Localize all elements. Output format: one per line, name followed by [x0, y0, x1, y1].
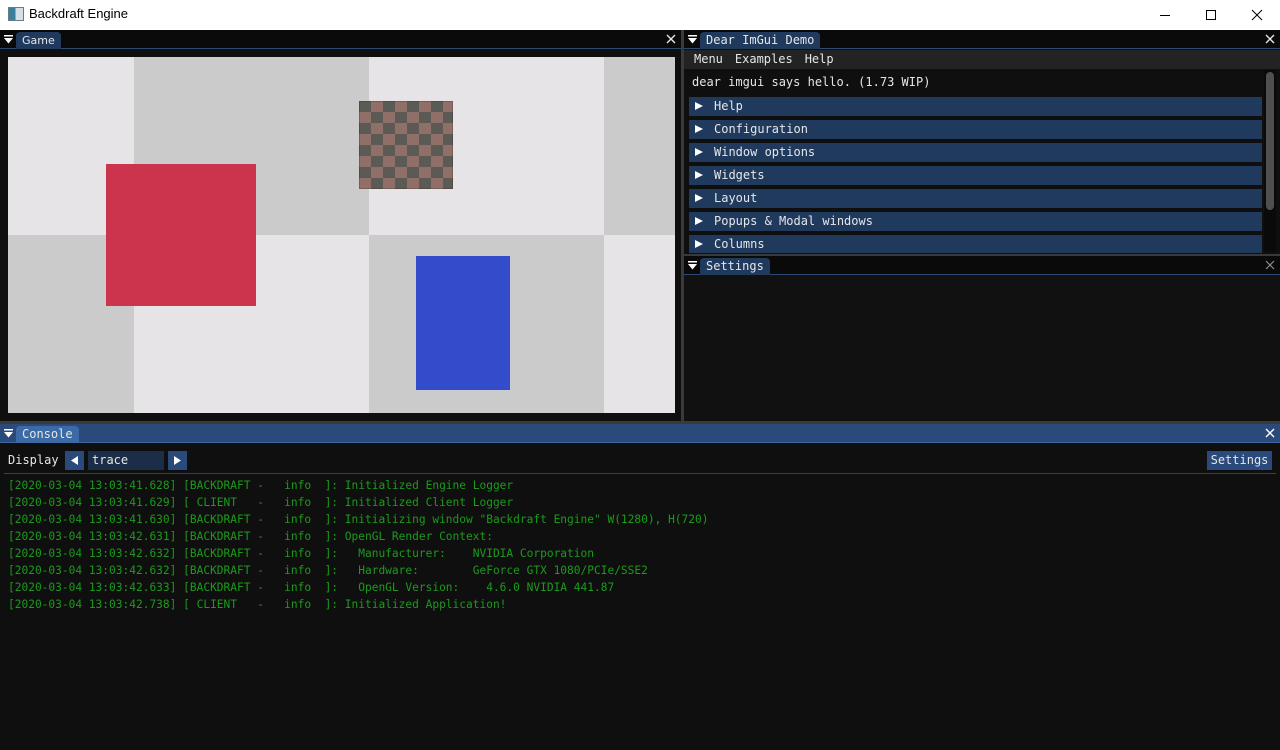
scrollbar-thumb[interactable]	[1266, 72, 1274, 210]
section-popups-modal[interactable]: Popups & Modal windows	[689, 212, 1262, 231]
log-level-field[interactable]: trace	[88, 451, 164, 470]
close-icon[interactable]	[665, 33, 677, 45]
hello-text: dear imgui says hello. (1.73 WIP)	[692, 75, 931, 89]
window-menu-icon[interactable]	[688, 35, 697, 44]
imgui-demo-panel: Dear ImGui Demo Menu Examples Help dear …	[684, 30, 1280, 254]
window-title: Backdraft Engine	[29, 6, 129, 21]
window-menu-icon[interactable]	[4, 429, 13, 438]
maximize-icon	[1206, 10, 1216, 20]
tab-console[interactable]: Console	[16, 426, 79, 443]
section-widgets[interactable]: Widgets	[689, 166, 1262, 185]
menu-item-examples[interactable]: Examples	[729, 50, 799, 69]
close-icon	[1251, 9, 1263, 21]
console-settings-button[interactable]: Settings	[1207, 451, 1272, 470]
section-configuration[interactable]: Configuration	[689, 120, 1262, 139]
window-menu-icon[interactable]	[688, 261, 697, 270]
arrow-right-icon	[174, 456, 181, 465]
log-line: [2020-03-04 13:03:42.632] [BACKDRAFT - i…	[8, 547, 594, 560]
console-log: [2020-03-04 13:03:41.628] [BACKDRAFT - i…	[8, 477, 709, 613]
log-line: [2020-03-04 13:03:41.629] [ CLIENT - inf…	[8, 496, 514, 509]
textured-quad	[359, 101, 453, 189]
close-icon[interactable]	[1264, 427, 1276, 439]
close-window-button[interactable]	[1234, 0, 1280, 30]
section-window-options[interactable]: Window options	[689, 143, 1262, 162]
menu-item-menu[interactable]: Menu	[688, 50, 729, 69]
demo-scrollbar[interactable]	[1264, 70, 1276, 252]
maximize-button[interactable]	[1188, 0, 1234, 30]
expand-arrow-icon	[695, 171, 703, 179]
separator	[4, 473, 1276, 474]
log-line: [2020-03-04 13:03:42.738] [ CLIENT - inf…	[8, 598, 507, 611]
level-prev-button[interactable]	[65, 451, 84, 470]
console-tabbar: Console	[0, 424, 1280, 443]
close-icon[interactable]	[1264, 33, 1276, 45]
expand-arrow-icon	[695, 102, 703, 110]
display-label: Display	[8, 453, 59, 467]
tab-settings[interactable]: Settings	[700, 258, 770, 275]
blue-quad	[416, 256, 510, 390]
expand-arrow-icon	[695, 125, 703, 133]
log-line: [2020-03-04 13:03:41.630] [BACKDRAFT - i…	[8, 513, 709, 526]
expand-arrow-icon	[695, 148, 703, 156]
demo-menubar: Menu Examples Help	[684, 50, 1280, 69]
game-viewport[interactable]	[8, 57, 675, 413]
log-line: [2020-03-04 13:03:41.628] [BACKDRAFT - i…	[8, 479, 514, 492]
log-line: [2020-03-04 13:03:42.632] [BACKDRAFT - i…	[8, 564, 648, 577]
settings-tabbar: Settings	[684, 256, 1280, 275]
expand-arrow-icon	[695, 240, 703, 248]
expand-arrow-icon	[695, 194, 703, 202]
window-menu-icon[interactable]	[4, 35, 13, 44]
log-line: [2020-03-04 13:03:42.631] [BACKDRAFT - i…	[8, 530, 493, 543]
red-quad	[106, 164, 256, 306]
expand-arrow-icon	[695, 217, 703, 225]
demo-tabbar: Dear ImGui Demo	[684, 30, 1280, 49]
minimize-icon	[1160, 15, 1170, 16]
checker-tile	[604, 57, 675, 235]
section-layout[interactable]: Layout	[689, 189, 1262, 208]
app-icon	[8, 7, 24, 21]
game-tabbar: Game	[0, 30, 681, 49]
menu-item-help[interactable]: Help	[799, 50, 840, 69]
minimize-button[interactable]	[1142, 0, 1188, 30]
log-line: [2020-03-04 13:03:42.633] [BACKDRAFT - i…	[8, 581, 615, 594]
window-titlebar: Backdraft Engine	[0, 0, 1280, 30]
tab-dear-imgui-demo[interactable]: Dear ImGui Demo	[700, 32, 821, 49]
close-icon[interactable]	[1264, 259, 1276, 271]
settings-panel: Settings	[684, 256, 1280, 421]
level-next-button[interactable]	[168, 451, 187, 470]
section-help[interactable]: Help	[689, 97, 1262, 116]
tab-game[interactable]: Game	[16, 32, 61, 49]
section-columns[interactable]: Columns	[689, 235, 1262, 253]
arrow-left-icon	[71, 456, 78, 465]
